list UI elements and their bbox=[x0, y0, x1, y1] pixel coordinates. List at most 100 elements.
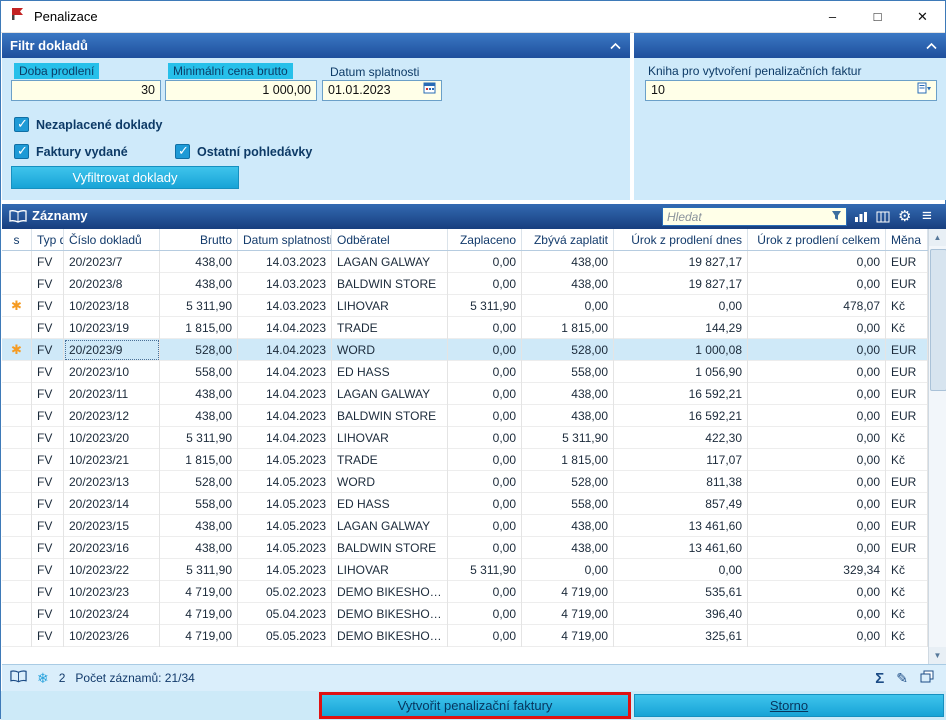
scrollbar-thumb[interactable] bbox=[930, 249, 946, 391]
table-row[interactable]: FV20/2023/12438,0014.04.2023BALDWIN STOR… bbox=[2, 405, 928, 427]
cell-zaplaceno: 0,00 bbox=[448, 515, 522, 537]
table-row[interactable]: FV10/2023/205 311,9014.04.2023LIHOVAR0,0… bbox=[2, 427, 928, 449]
cell-datum: 14.04.2023 bbox=[238, 317, 332, 339]
column-header[interactable]: Úrok z prodlení celkem bbox=[748, 229, 886, 250]
flag-cell bbox=[2, 515, 32, 537]
ostatni-pohledavky-checkbox[interactable] bbox=[175, 144, 190, 159]
cell-brutto: 5 311,90 bbox=[160, 427, 238, 449]
cell-mena: Kč bbox=[886, 603, 928, 625]
book-icon[interactable] bbox=[10, 670, 27, 686]
table-row[interactable]: ✱FV10/2023/185 311,9014.03.2023LIHOVAR5 … bbox=[2, 295, 928, 317]
table-row[interactable]: FV10/2023/191 815,0014.04.2023TRADE0,001… bbox=[2, 317, 928, 339]
column-header[interactable]: Zbývá zaplatit bbox=[522, 229, 614, 250]
cell-typ: FV bbox=[32, 405, 64, 427]
table-row[interactable]: ✱FV20/2023/9528,0014.04.2023WORD0,00528,… bbox=[2, 339, 928, 361]
column-header[interactable]: Zaplaceno bbox=[448, 229, 522, 250]
column-header[interactable]: Datum splatnosti bbox=[238, 229, 332, 250]
create-penalty-invoices-button[interactable]: Vytvořit penalizační faktury bbox=[319, 692, 631, 719]
edit-pencil-icon[interactable]: ✎ bbox=[896, 670, 908, 687]
table-row[interactable]: FV20/2023/13528,0014.05.2023WORD0,00528,… bbox=[2, 471, 928, 493]
table-row[interactable]: FV10/2023/264 719,0005.05.2023DEMO BIKES… bbox=[2, 625, 928, 647]
table-row[interactable]: FV20/2023/14558,0014.05.2023ED HASS0,005… bbox=[2, 493, 928, 515]
datum-splatnosti-input[interactable]: 01.01.2023 bbox=[322, 80, 442, 101]
maximize-button[interactable]: □ bbox=[855, 1, 900, 32]
kniha-input[interactable]: 10 bbox=[645, 80, 937, 101]
column-header[interactable]: s bbox=[2, 229, 32, 250]
table-row[interactable]: FV20/2023/11438,0014.04.2023LAGAN GALWAY… bbox=[2, 383, 928, 405]
flag-cell bbox=[2, 559, 32, 581]
scroll-down-icon[interactable]: ▼ bbox=[929, 647, 946, 664]
table-row[interactable]: FV10/2023/234 719,0005.02.2023DEMO BIKES… bbox=[2, 581, 928, 603]
window-title: Penalizace bbox=[34, 9, 98, 24]
column-header[interactable]: Brutto bbox=[160, 229, 238, 250]
column-header[interactable]: Odběratel bbox=[332, 229, 448, 250]
scroll-up-icon[interactable]: ▲ bbox=[929, 229, 946, 246]
ostatni-pohledavky-label: Ostatní pohledávky bbox=[197, 145, 312, 159]
table-row[interactable]: FV20/2023/7438,0014.03.2023LAGAN GALWAY0… bbox=[2, 251, 928, 273]
table-row[interactable]: FV20/2023/10558,0014.04.2023ED HASS0,005… bbox=[2, 361, 928, 383]
table-row[interactable]: FV10/2023/244 719,0005.04.2023DEMO BIKES… bbox=[2, 603, 928, 625]
min-cena-brutto-input[interactable]: 1 000,00 bbox=[165, 80, 317, 101]
table-row[interactable]: FV20/2023/15438,0014.05.2023LAGAN GALWAY… bbox=[2, 515, 928, 537]
vertical-scrollbar[interactable]: ▲ ▼ bbox=[928, 229, 946, 664]
filter-funnel-icon[interactable] bbox=[831, 208, 842, 226]
cell-urok_dnes: 19 827,17 bbox=[614, 251, 748, 273]
nezaplacene-doklady-checkbox[interactable] bbox=[14, 117, 29, 132]
cell-zaplaceno: 0,00 bbox=[448, 537, 522, 559]
cell-typ: FV bbox=[32, 559, 64, 581]
cell-urok_dnes: 422,30 bbox=[614, 427, 748, 449]
doba-prodleni-input[interactable]: 30 bbox=[11, 80, 161, 101]
cell-zbyva: 0,00 bbox=[522, 295, 614, 317]
snowflake-icon[interactable]: ❄ bbox=[37, 670, 49, 687]
cell-urok_dnes: 19 827,17 bbox=[614, 273, 748, 295]
calendar-icon[interactable] bbox=[423, 81, 436, 100]
cell-zbyva: 4 719,00 bbox=[522, 581, 614, 603]
column-header[interactable]: Měna bbox=[886, 229, 928, 250]
column-header[interactable]: Typ d bbox=[32, 229, 64, 250]
cell-typ: FV bbox=[32, 625, 64, 647]
column-header[interactable]: Úrok z prodlení dnes bbox=[614, 229, 748, 250]
cell-zbyva: 528,00 bbox=[522, 471, 614, 493]
copy-icon[interactable] bbox=[920, 670, 934, 686]
table-row[interactable]: FV10/2023/225 311,9014.05.2023LIHOVAR5 3… bbox=[2, 559, 928, 581]
cell-typ: FV bbox=[32, 361, 64, 383]
menu-icon[interactable]: ≡ bbox=[922, 206, 932, 226]
cell-zbyva: 438,00 bbox=[522, 383, 614, 405]
minimize-button[interactable]: – bbox=[810, 1, 855, 32]
column-header[interactable]: Číslo dokladů bbox=[64, 229, 160, 250]
faktury-vydane-checkbox[interactable] bbox=[14, 144, 29, 159]
filter-panel-header: Filtr dokladů bbox=[2, 33, 630, 58]
settings-gear-icon[interactable]: ⚙ bbox=[898, 207, 911, 225]
cell-brutto: 5 311,90 bbox=[160, 295, 238, 317]
cell-zbyva: 528,00 bbox=[522, 339, 614, 361]
table-row[interactable]: FV20/2023/8438,0014.03.2023BALDWIN STORE… bbox=[2, 273, 928, 295]
book-select-icon[interactable] bbox=[917, 81, 931, 100]
collapse-kniha-chevron-icon[interactable] bbox=[925, 42, 938, 50]
columns-icon[interactable] bbox=[876, 211, 890, 223]
cell-cislo: 10/2023/22 bbox=[64, 559, 160, 581]
datum-splatnosti-label: Datum splatnosti bbox=[330, 65, 419, 79]
cell-zaplaceno: 5 311,90 bbox=[448, 295, 522, 317]
collapse-filter-chevron-icon[interactable] bbox=[609, 42, 622, 50]
flag-cell bbox=[2, 625, 32, 647]
cell-zbyva: 5 311,90 bbox=[522, 427, 614, 449]
storno-button[interactable]: Storno bbox=[634, 694, 944, 717]
cell-mena: Kč bbox=[886, 317, 928, 339]
close-button[interactable]: ✕ bbox=[900, 1, 945, 32]
cell-brutto: 1 815,00 bbox=[160, 317, 238, 339]
vyfiltrovat-doklady-button[interactable]: Vyfiltrovat doklady bbox=[11, 166, 239, 189]
table-row[interactable]: FV10/2023/211 815,0014.05.2023TRADE0,001… bbox=[2, 449, 928, 471]
cell-urok_celkem: 0,00 bbox=[748, 383, 886, 405]
cell-mena: EUR bbox=[886, 383, 928, 405]
table-row[interactable]: FV20/2023/16438,0014.05.2023BALDWIN STOR… bbox=[2, 537, 928, 559]
kniha-panel-body: Kniha pro vytvoření penalizačních faktur… bbox=[634, 58, 946, 200]
cell-mena: EUR bbox=[886, 471, 928, 493]
cell-zbyva: 4 719,00 bbox=[522, 603, 614, 625]
sum-icon[interactable]: Σ bbox=[875, 670, 884, 687]
flag-cell bbox=[2, 603, 32, 625]
flag-cell bbox=[2, 537, 32, 559]
chart-icon[interactable] bbox=[854, 211, 868, 223]
search-input[interactable]: Hledat bbox=[662, 207, 847, 226]
cell-brutto: 438,00 bbox=[160, 383, 238, 405]
cell-urok_dnes: 13 461,60 bbox=[614, 537, 748, 559]
